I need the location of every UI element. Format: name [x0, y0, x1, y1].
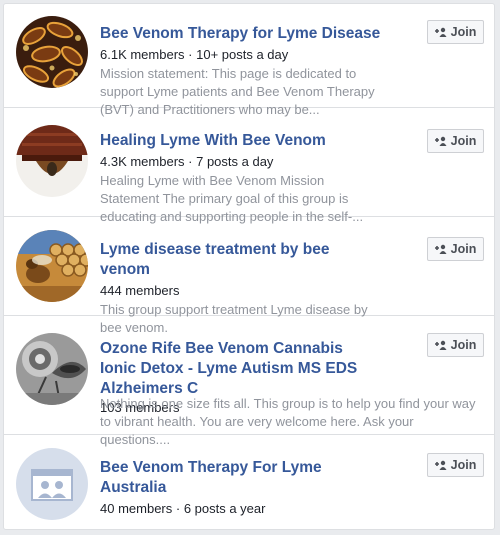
group-info: Healing Lyme With Bee Venom 4.3K members… [100, 131, 382, 226]
meta-separator: · [184, 47, 197, 62]
join-label: Join [450, 242, 477, 256]
post-frequency: 10+ posts a day [196, 47, 289, 62]
group-title-link[interactable]: Lyme disease treatment by bee venom [100, 240, 382, 280]
group-title-link[interactable]: Bee Venom Therapy for Lyme Disease [100, 24, 382, 44]
group-thumbnail[interactable] [16, 230, 88, 302]
group-thumbnail[interactable] [16, 16, 88, 88]
add-friend-icon [434, 340, 447, 350]
join-button[interactable]: Join [427, 453, 484, 477]
join-button[interactable]: Join [427, 20, 484, 44]
group-info: Bee Venom Therapy For Lyme Australia 40 … [100, 458, 382, 518]
add-friend-icon [434, 27, 447, 37]
member-count: 40 members [100, 501, 173, 516]
join-label: Join [450, 458, 477, 472]
member-count: 4.3K members [100, 154, 185, 169]
join-button[interactable]: Join [427, 237, 484, 261]
add-friend-icon [434, 460, 447, 470]
join-label: Join [450, 25, 477, 39]
group-result: Bee Venom Therapy for Lyme Disease 6.1K … [4, 4, 494, 117]
group-search-results: Bee Venom Therapy for Lyme Disease 6.1K … [3, 3, 495, 530]
group-placeholder-icon[interactable] [16, 448, 88, 520]
group-meta: 6.1K members · 10+ posts a day [100, 46, 382, 64]
group-meta: 4.3K members · 7 posts a day [100, 153, 382, 171]
join-button[interactable]: Join [427, 129, 484, 153]
add-friend-icon [434, 244, 447, 254]
group-thumbnail[interactable] [16, 333, 88, 405]
group-title-link[interactable]: Ozone Rife Bee Venom Cannabis Ionic Deto… [100, 339, 382, 399]
group-result: Lyme disease treatment by bee venom 444 … [4, 218, 494, 335]
meta-separator: · [172, 501, 184, 516]
meta-separator: · [184, 154, 197, 169]
join-label: Join [450, 134, 477, 148]
join-label: Join [450, 338, 477, 352]
group-result: Healing Lyme With Bee Venom 4.3K members… [4, 109, 494, 224]
group-meta: 444 members [100, 282, 382, 300]
add-friend-icon [434, 136, 447, 146]
group-thumbnail[interactable] [16, 125, 88, 197]
join-button[interactable]: Join [427, 333, 484, 357]
post-frequency: 6 posts a year [183, 501, 266, 516]
post-frequency: 7 posts a day [196, 154, 274, 169]
group-result: Bee Venom Therapy For Lyme Australia 40 … [4, 436, 494, 529]
group-result: Ozone Rife Bee Venom Cannabis Ionic Deto… [4, 317, 494, 447]
group-meta: 40 members · 6 posts a year [100, 500, 382, 518]
group-info: Bee Venom Therapy for Lyme Disease 6.1K … [100, 24, 382, 119]
group-title-link[interactable]: Healing Lyme With Bee Venom [100, 131, 382, 151]
group-title-link[interactable]: Bee Venom Therapy For Lyme Australia [100, 458, 382, 498]
member-count: 444 members [100, 283, 180, 298]
member-count: 6.1K members [100, 47, 185, 62]
